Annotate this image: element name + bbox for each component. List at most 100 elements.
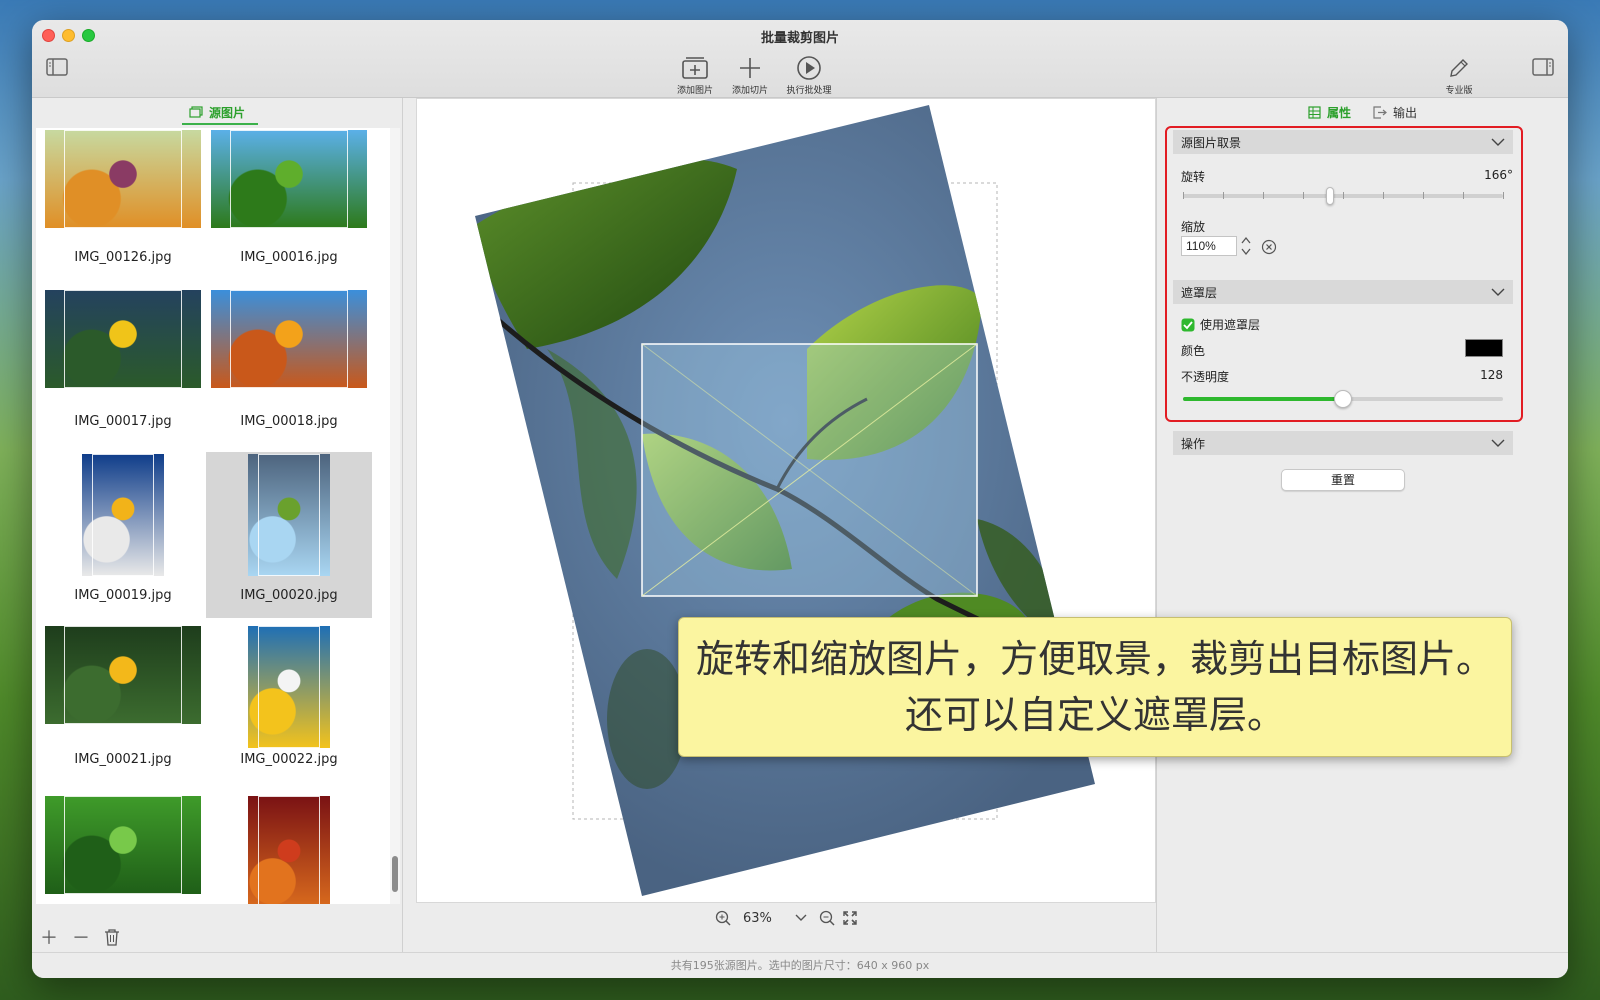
thumbnail-image (45, 290, 201, 388)
trash-icon[interactable] (104, 928, 120, 946)
source-tab-label: 源图片 (208, 105, 245, 120)
zoom-out-icon[interactable] (819, 910, 835, 926)
zoom-value: 63% (743, 910, 772, 926)
right-tabs: 属性 输出 (1157, 98, 1568, 126)
section-source-title: 源图片取景 (1181, 135, 1242, 150)
thumbnail-filename: IMG_00016.jpg (240, 250, 338, 265)
add-icon[interactable]: ＋ (40, 924, 58, 950)
thumbnail-crop-frame (257, 796, 321, 904)
checkbox-checked-icon[interactable] (1181, 318, 1195, 332)
thumbnail-crop-frame (63, 796, 183, 894)
chevron-down-icon (795, 914, 807, 921)
titlebar: 批量裁剪图片 添加图片 添加切片 执行批处理 专业版 (32, 20, 1568, 98)
crop-canvas[interactable] (416, 98, 1156, 903)
run-batch-label: 执行批处理 (786, 86, 832, 96)
toggle-left-sidebar-icon[interactable] (46, 58, 68, 76)
fit-to-window-icon[interactable] (843, 911, 857, 925)
scale-label: 缩放 (1181, 220, 1206, 234)
use-mask-checkbox[interactable]: 使用遮罩层 (1181, 316, 1260, 333)
opacity-value: 128 (1480, 368, 1503, 382)
window-title: 批量裁剪图片 (760, 31, 839, 46)
clear-circle-icon[interactable] (1261, 239, 1277, 255)
opacity-slider-knob[interactable] (1334, 390, 1352, 408)
thumbnail-filename: IMG_00018.jpg (240, 414, 338, 429)
callout-line-2: 还可以自定义遮罩层。 (904, 693, 1285, 737)
play-icon (774, 54, 844, 82)
section-mask[interactable]: 遮罩层 (1173, 280, 1513, 304)
slider-tick (1343, 192, 1344, 199)
table-icon (1308, 105, 1321, 119)
opacity-slider-fill (1183, 397, 1343, 401)
zoom-in-icon[interactable] (715, 910, 731, 926)
thumbnail-image (45, 626, 201, 724)
section-mask-title: 遮罩层 (1181, 285, 1218, 300)
thumbnail-filename: IMG_00017.jpg (74, 414, 172, 429)
callout-line-1: 旋转和缩放图片，方便取景，裁剪出目标图片。 (695, 637, 1494, 681)
thumbnail-filename: IMG_00021.jpg (74, 752, 172, 767)
thumbnail-item[interactable]: IMG_00022.jpg (206, 624, 372, 790)
thumbnail-item[interactable]: IMG_00020.jpg (206, 452, 372, 618)
thumbnail-image (248, 626, 330, 748)
thumbnail-crop-frame (63, 290, 183, 388)
slider-tick (1503, 192, 1504, 199)
reset-button[interactable]: 重置 (1281, 469, 1405, 491)
tab-source-images[interactable]: 源图片 (32, 98, 402, 126)
slider-tick (1183, 192, 1184, 199)
run-batch-button[interactable]: 执行批处理 (774, 54, 844, 96)
thumbnail-image (45, 130, 201, 228)
pro-version-label: 专业版 (1445, 86, 1473, 96)
thumbnail-crop-frame (257, 626, 321, 748)
pro-version-button[interactable]: 专业版 (1424, 54, 1494, 96)
thumbnail-filename: IMG_00022.jpg (240, 752, 338, 767)
tab-properties[interactable]: 属性 (1308, 104, 1351, 121)
thumbnail-filename: IMG_00020.jpg (240, 588, 338, 603)
thumbnail-filename: IMG_00019.jpg (74, 588, 172, 603)
slider-tick (1383, 192, 1384, 199)
slider-tick (1303, 192, 1304, 199)
tab-output[interactable]: 输出 (1373, 104, 1417, 121)
properties-panel: 属性 输出 源图片取景 旋转 166° 缩放 遮罩层 (1156, 98, 1568, 952)
source-image-panel: 源图片 IMG_00126.jpg IMG_00016.jpg IMG_00017.… (32, 98, 403, 952)
scale-stepper-icon[interactable] (1241, 235, 1251, 257)
rotated-image-preview[interactable] (417, 99, 1156, 903)
zoom-select[interactable]: 63% (739, 908, 811, 928)
thumbnail-item[interactable]: IMG_00016.jpg (206, 128, 372, 294)
pen-icon (1424, 54, 1494, 82)
thumbnail-item[interactable]: IMG_00126.jpg (40, 128, 206, 294)
thumbnail-crop-frame (257, 454, 321, 576)
slider-tick (1423, 192, 1424, 199)
mask-color-well[interactable] (1465, 339, 1503, 357)
thumbnail-filename: IMG_00126.jpg (74, 250, 172, 265)
export-icon (1373, 105, 1387, 119)
thumbnail-item[interactable] (206, 794, 372, 904)
thumbnail-item[interactable]: IMG_00018.jpg (206, 288, 372, 454)
thumbnail-crop-frame (63, 130, 183, 228)
section-source-framing[interactable]: 源图片取景 (1173, 130, 1513, 154)
thumbnail-item[interactable]: IMG_00021.jpg (40, 624, 206, 790)
remove-icon[interactable]: － (72, 924, 90, 950)
canvas-area: 63% (416, 98, 1156, 928)
thumbnail-item[interactable]: IMG_00017.jpg (40, 288, 206, 454)
thumbnail-item[interactable]: IMG_00019.jpg (40, 452, 206, 618)
tab-underline (182, 123, 258, 125)
slider-tick (1263, 192, 1264, 199)
thumbnail-list[interactable]: IMG_00126.jpg IMG_00016.jpg IMG_00017.jpg I… (36, 128, 392, 904)
thumbnail-image (248, 454, 330, 576)
rotate-slider-knob[interactable] (1326, 187, 1335, 205)
scroll-thumb[interactable] (392, 856, 398, 892)
section-ops-title: 操作 (1181, 436, 1206, 451)
thumbnail-item[interactable] (40, 794, 206, 904)
app-window: 批量裁剪图片 添加图片 添加切片 执行批处理 专业版 源图片 IMG_00126… (32, 20, 1568, 978)
tab-properties-label: 属性 (1326, 105, 1351, 120)
images-icon (189, 106, 203, 118)
list-actions: ＋ － (32, 922, 402, 952)
thumbnail-crop-frame (229, 290, 349, 388)
thumbnail-image (45, 796, 201, 894)
thumbnail-scrollbar[interactable] (390, 128, 400, 904)
color-label: 颜色 (1181, 344, 1206, 358)
thumbnail-crop-frame (91, 454, 155, 576)
scale-input[interactable] (1181, 236, 1237, 256)
toggle-right-sidebar-icon[interactable] (1532, 58, 1554, 76)
section-operations[interactable]: 操作 (1173, 431, 1513, 455)
status-bar: 共有195张源图片。选中的图片尺寸：640 x 960 px (32, 952, 1568, 978)
